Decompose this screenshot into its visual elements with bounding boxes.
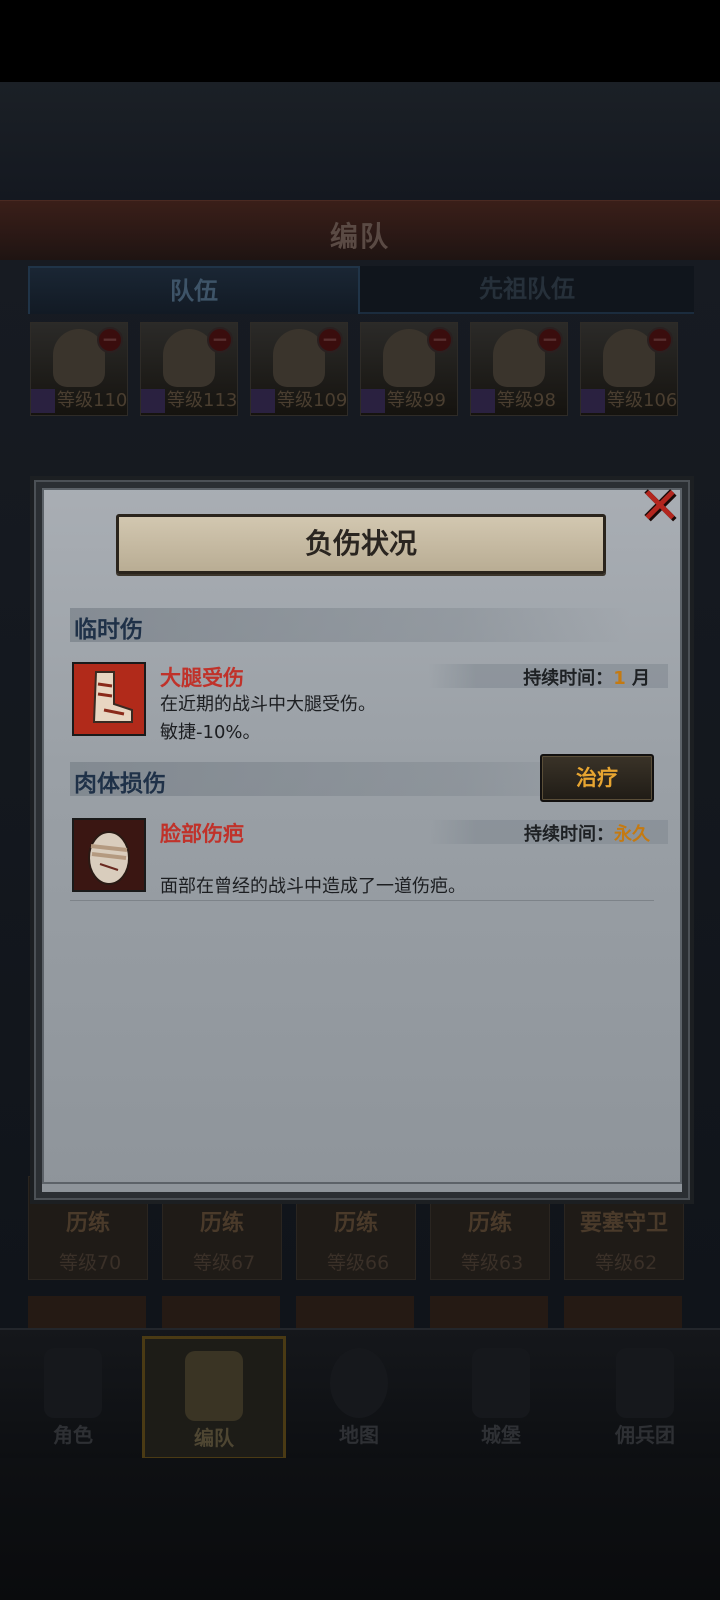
injury-effect: 敏捷-10%。: [160, 722, 261, 743]
nav-label: 角色: [53, 1423, 93, 1447]
team-member[interactable]: − 等级113: [140, 322, 238, 416]
duration-label: 持续时间：: [523, 668, 614, 689]
bottom-nav: 角色 编队 地图 城堡 佣兵团: [0, 1328, 720, 1460]
nav-label: 编队: [194, 1426, 234, 1450]
dialog-title-plate: 负伤状况: [116, 514, 606, 574]
injury-name: 脸部伤疤: [160, 822, 244, 846]
hero-level: 等级99: [387, 390, 446, 411]
roster-level: 等级67: [193, 1252, 256, 1274]
tab-team[interactable]: 队伍: [28, 266, 360, 314]
team-member[interactable]: − 等级109: [250, 322, 348, 416]
status-bar: [0, 0, 720, 82]
team-member[interactable]: − 等级106: [580, 322, 678, 416]
injury-description: 面部在曾经的战斗中造成了一道伤疤。: [160, 876, 466, 897]
helmet-icon: [185, 1351, 243, 1421]
tab-ancestor-team[interactable]: 先祖队伍: [360, 266, 694, 314]
nav-mercenary[interactable]: 佣兵团: [576, 1336, 714, 1454]
section-temporary-injury: 临时伤: [70, 608, 630, 643]
injury-dialog: 负伤状况 ✕ 临时伤 大腿受伤 持续时间：1 月 在近期的战斗中大腿受伤。 敏捷…: [30, 476, 694, 1204]
injury-description: 在近期的战斗中大腿受伤。: [160, 694, 376, 715]
team-member[interactable]: − 等级110: [30, 322, 128, 416]
leg-injury-icon: [72, 662, 146, 736]
injury-duration: 持续时间：永久: [524, 820, 650, 846]
nav-character[interactable]: 角色: [4, 1336, 142, 1454]
weapon-icon: [31, 389, 55, 413]
top-background: [0, 82, 720, 202]
hero-level: 等级98: [497, 390, 556, 411]
nav-map[interactable]: 地图: [290, 1336, 428, 1454]
compass-icon: [330, 1348, 388, 1418]
nav-formation[interactable]: 编队: [142, 1336, 286, 1460]
duration-label: 持续时间：: [524, 824, 614, 845]
duration-value: 永久: [614, 824, 650, 845]
section-heading: 肉体损伤: [74, 771, 166, 797]
close-button[interactable]: ✕: [634, 478, 686, 534]
weapon-icon: [581, 389, 605, 413]
treat-label: 治疗: [576, 766, 618, 790]
bottom-background: [0, 1458, 720, 1600]
hero-level: 等级110: [57, 390, 128, 411]
roster-status: 历练: [333, 1211, 378, 1236]
remove-icon[interactable]: −: [317, 327, 343, 353]
nav-label: 地图: [339, 1423, 379, 1447]
roster-card[interactable]: [28, 1296, 146, 1330]
roster-row-partial: [28, 1296, 698, 1330]
remove-icon[interactable]: −: [207, 327, 233, 353]
hero-level: 等级109: [277, 390, 348, 411]
team-member[interactable]: − 等级99: [360, 322, 458, 416]
roster-level: 等级63: [461, 1252, 524, 1274]
duration-unit: 月: [632, 668, 650, 689]
banner-icon: [616, 1348, 674, 1418]
header-bar: 编队: [0, 200, 720, 262]
remove-icon[interactable]: −: [97, 327, 123, 353]
hero-level: 等级113: [167, 390, 238, 411]
remove-icon[interactable]: −: [647, 327, 673, 353]
remove-icon[interactable]: −: [537, 327, 563, 353]
team-member[interactable]: − 等级98: [470, 322, 568, 416]
nav-label: 佣兵团: [615, 1423, 675, 1447]
divider: [70, 900, 654, 901]
team-members: − 等级110 − 等级113 − 等级109 − 等级99 − 等级98 − …: [30, 322, 710, 418]
roster-status: 要塞守卫: [579, 1211, 668, 1236]
hero-level: 等级106: [607, 390, 678, 411]
roster-card[interactable]: [296, 1296, 414, 1330]
duration-value: 1: [613, 668, 626, 689]
weapon-icon: [471, 389, 495, 413]
weapon-icon: [361, 389, 385, 413]
injury-name: 大腿受伤: [160, 666, 244, 690]
section-heading: 临时伤: [74, 617, 143, 643]
roster-level: 等级62: [595, 1252, 658, 1274]
roster-card[interactable]: [430, 1296, 548, 1330]
roster-card[interactable]: [564, 1296, 682, 1330]
roster-card[interactable]: [162, 1296, 280, 1330]
team-tabs: 队伍 先祖队伍: [28, 266, 696, 314]
weapon-icon: [251, 389, 275, 413]
knight-icon: [44, 1348, 102, 1418]
treat-button[interactable]: 治疗: [540, 754, 654, 802]
roster-level: 等级70: [59, 1252, 122, 1274]
page-title: 编队: [329, 220, 390, 253]
remove-icon[interactable]: −: [427, 327, 453, 353]
nav-castle[interactable]: 城堡: [432, 1336, 570, 1454]
roster-level: 等级66: [327, 1252, 390, 1274]
dialog-title: 负伤状况: [304, 527, 417, 560]
castle-icon: [472, 1348, 530, 1418]
roster-status: 历练: [467, 1211, 512, 1236]
close-icon: ✕: [639, 477, 681, 535]
face-scar-icon: [72, 818, 146, 892]
nav-label: 城堡: [481, 1423, 521, 1447]
screen: 编队 队伍 先祖队伍 − 等级110 − 等级113 − 等级109 − 等级9…: [0, 0, 720, 1600]
injury-duration: 持续时间：1 月: [523, 664, 650, 690]
roster-status: 历练: [65, 1211, 110, 1236]
roster-status: 历练: [199, 1211, 244, 1236]
weapon-icon: [141, 389, 165, 413]
